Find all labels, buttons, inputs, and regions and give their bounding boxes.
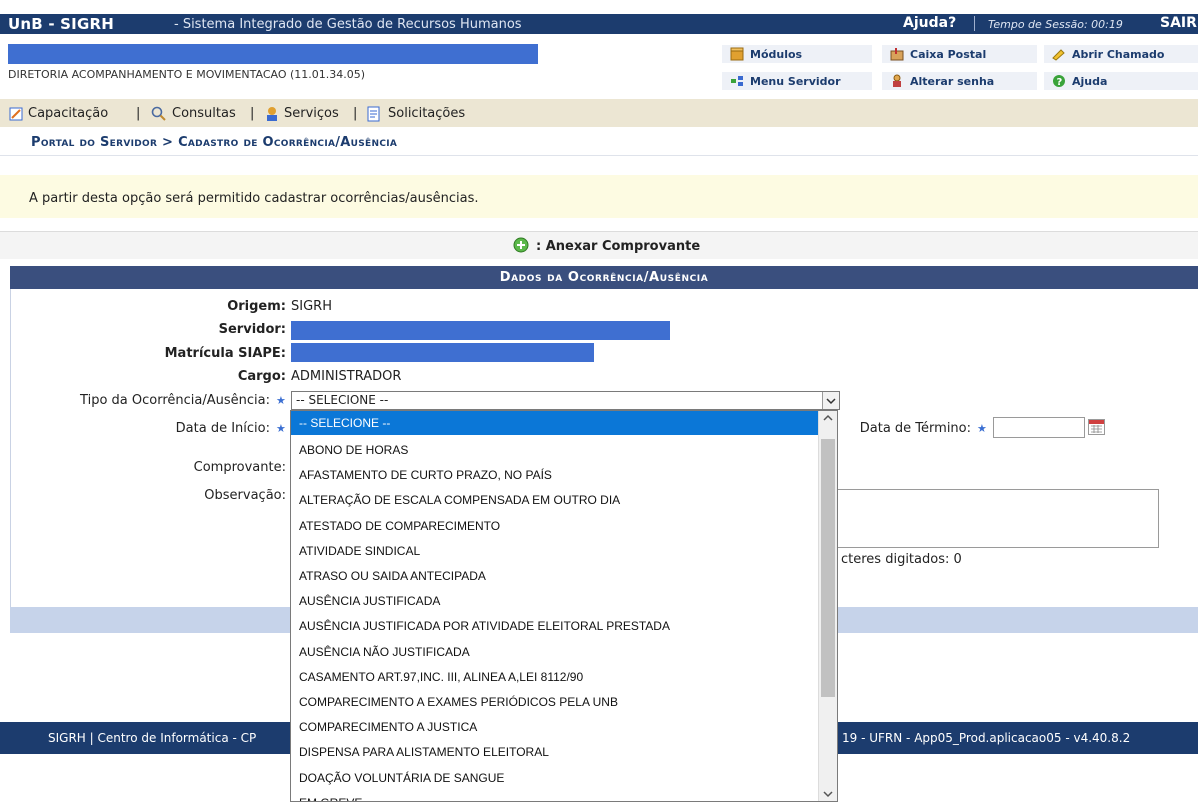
footer-right-text: 19 - UFRN - App05_Prod.aplicacao05 - v4.… [842,731,1131,745]
position-label: Cargo: [237,369,286,384]
app-title[interactable]: UnB - SIGRH [8,15,114,33]
nav-separator: | [353,106,358,121]
top-bar: UnB - SIGRH - Sistema Integrado de Gestã… [0,14,1198,34]
position-value: ADMINISTRADOR [291,369,402,384]
user-name-redacted [8,44,538,64]
character-count: cteres digitados: 0 [841,552,962,567]
chevron-down-icon[interactable] [822,392,839,409]
help-button[interactable]: ? Ajuda [1044,72,1198,91]
open-ticket-button[interactable]: Abrir Chamado [1044,45,1198,64]
breadcrumb: Portal do Servidor > Cadastro de Ocorrên… [31,135,398,150]
siape-label: Matrícula SIAPE: [164,346,286,361]
change-password-button[interactable]: Alterar senha [882,72,1037,91]
panel-title: Dados da Ocorrência/Ausência [499,270,709,285]
add-attachment-icon [513,237,529,253]
dropdown-option[interactable]: DOAÇÃO VOLUNTÁRIA DE SANGUE [299,771,504,785]
dropdown-option[interactable]: ABONO DE HORAS [299,443,408,457]
dropdown-option[interactable]: ATESTADO DE COMPARECIMENTO [299,519,500,533]
mailbox-icon [890,48,904,61]
app-subtitle: - Sistema Integrado de Gestão de Recurso… [174,17,522,32]
required-icon: ★ [276,422,286,435]
dropdown-option[interactable]: AUSÊNCIA JUSTIFICADA [299,594,440,608]
server-menu-icon [731,76,743,86]
origin-label: Origem: [227,299,286,314]
scroll-up-icon[interactable] [819,411,837,425]
help-link[interactable]: Ajuda? [903,15,956,31]
required-icon: ★ [276,394,286,407]
legend-text: : Anexar Comprovante [536,239,701,254]
unit-name: DIRETORIA ACOMPANHAMENTO E MOVIMENTACAO … [8,68,366,81]
siape-redacted [291,343,594,362]
nav-training[interactable]: Capacitação [28,106,108,121]
dropdown-option[interactable]: ATRASO OU SAIDA ANTECIPADA [299,569,486,583]
server-menu-button[interactable]: Menu Servidor [722,72,872,91]
requests-icon [367,106,380,122]
panel-header: Dados da Ocorrência/Ausência [10,266,1198,289]
dropdown-option[interactable]: CASAMENTO ART.97,INC. III, ALINEA A,LEI … [299,670,583,684]
help-icon: ? [1053,75,1065,88]
scroll-down-icon[interactable] [819,787,837,801]
logout-link[interactable]: SAIR [1160,15,1197,31]
receipt-label: Comprovante: [193,460,286,475]
occurrence-type-select[interactable]: -- SELECIONE -- [291,391,840,410]
scrollbar-thumb[interactable] [821,439,835,697]
info-text: A partir desta opção será permitido cada… [29,191,479,206]
mailbox-button[interactable]: Caixa Postal [882,45,1037,64]
dropdown-option[interactable]: ATIVIDADE SINDICAL [299,544,420,558]
topbar-divider [974,16,975,31]
observation-textarea[interactable] [835,489,1159,548]
origin-value: SIGRH [291,299,332,314]
nav-separator: | [136,106,141,121]
dropdown-option[interactable]: EM GREVE [299,796,362,801]
start-date-label: Data de Início: [175,421,270,436]
dropdown-option[interactable]: ALTERAÇÃO DE ESCALA COMPENSADA EM OUTRO … [299,493,620,507]
dropdown-option[interactable]: AUSÊNCIA JUSTIFICADA POR ATIVIDADE ELEIT… [299,619,670,633]
calendar-icon[interactable] [1088,419,1105,435]
info-box: A partir desta opção será permitido cada… [0,175,1198,218]
session-timer: Tempo de Sessão: 00:19 [988,18,1123,31]
dropdown-scrollbar[interactable] [818,411,837,801]
modules-button[interactable]: Módulos [722,45,872,64]
required-icon: ★ [977,422,987,435]
end-date-label: Data de Término: [859,421,971,436]
footer-left-text: SIGRH | Centro de Informática - CP [48,731,257,745]
nav-separator: | [250,106,255,121]
svg-text:?: ? [1057,77,1063,88]
server-label: Servidor: [218,322,286,337]
dropdown-option[interactable]: AUSÊNCIA NÃO JUSTIFICADA [299,645,470,659]
legend-bar: : Anexar Comprovante [0,231,1198,259]
dropdown-option[interactable]: COMPARECIMENTO A JUSTICA [299,720,477,734]
nav-services[interactable]: Serviços [284,106,339,121]
modules-icon [730,47,744,61]
dropdown-option[interactable]: COMPARECIMENTO A EXAMES PERIÓDICOS PELA … [299,695,618,709]
password-icon [893,74,901,87]
server-name-redacted [291,321,670,340]
nav-queries[interactable]: Consultas [172,106,236,121]
observation-label: Observação: [204,488,286,503]
main-nav: Capacitação | Consultas | Serviços | Sol… [0,99,1198,127]
nav-requests[interactable]: Solicitações [388,106,465,121]
occurrence-type-dropdown: -- SELECIONE -- ABONO DE HORAS AFASTAMENT… [290,410,838,802]
dropdown-option[interactable]: DISPENSA PARA ALISTAMENTO ELEITORAL [299,745,549,759]
search-icon [151,106,166,121]
dropdown-option[interactable]: AFASTAMENTO DE CURTO PRAZO, NO PAÍS [299,468,552,482]
occurrence-type-label: Tipo da Ocorrência/Ausência: [80,393,270,408]
ticket-icon [1052,49,1065,61]
divider [0,155,1198,156]
services-icon [267,107,277,121]
training-icon [9,107,23,121]
dropdown-option-selected[interactable]: -- SELECIONE -- [291,411,820,435]
end-date-input[interactable] [993,417,1085,438]
